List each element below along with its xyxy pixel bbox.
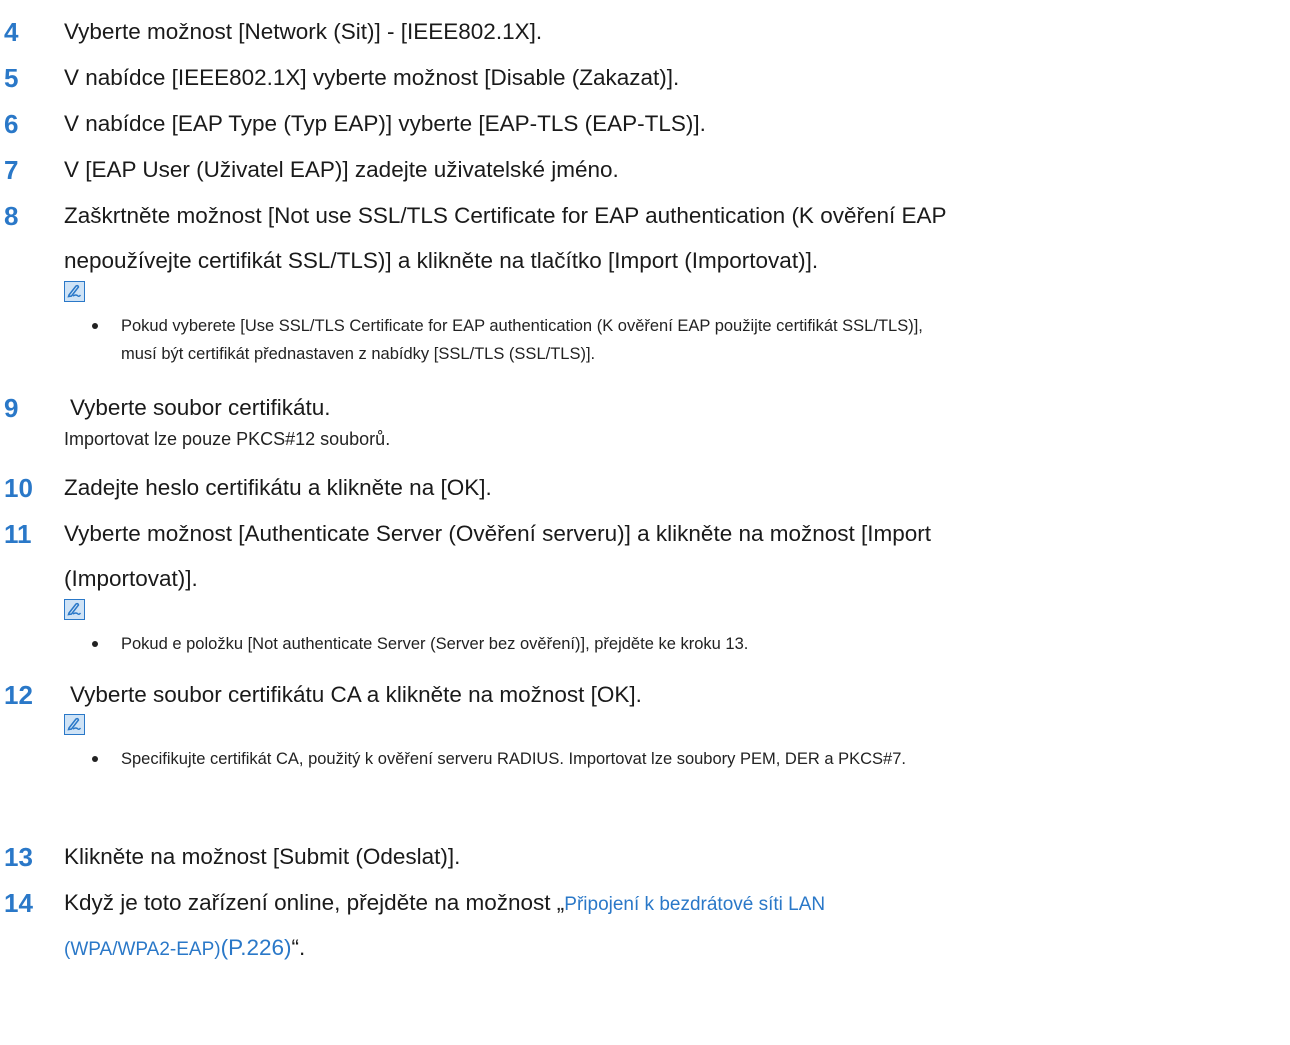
cross-reference-link-cont[interactable]: (WPA/WPA2-EAP) — [64, 939, 221, 960]
step-number: 14 — [4, 888, 33, 918]
step-text: Klikněte na možnost [Submit (Odeslat)]. — [64, 844, 461, 869]
step-number: 12 — [4, 680, 33, 710]
step-text: Vyberte možnost [Network (Sit)] - [IEEE8… — [64, 19, 543, 44]
step-text: V nabídce [IEEE802.1X] vyberte možnost [… — [64, 65, 680, 90]
step-text-line2: (Importovat)]. — [64, 566, 198, 591]
step-number: 4 — [4, 17, 19, 47]
step-text-line1: Zaškrtněte možnost [Not use SSL/TLS Cert… — [64, 203, 947, 228]
step-number: 5 — [4, 63, 19, 93]
step-text-line2: (WPA/WPA2-EAP)(P.226)“. — [64, 933, 305, 965]
step-text: V [EAP User (Uživatel EAP)] zadejte uživ… — [64, 157, 619, 182]
step-text-suffix: “. — [291, 935, 306, 960]
bullet-icon — [92, 641, 98, 647]
cross-reference-link[interactable]: Připojení k bezdrátové síti LAN — [564, 894, 825, 915]
note-text: Pokud e položku [Not authenticate Server… — [121, 635, 749, 653]
step-text: Vyberte soubor certifikátu CA a klikněte… — [70, 682, 642, 707]
step-number: 11 — [4, 519, 32, 549]
step-subtext: Importovat lze pouze PKCS#12 souborů. — [64, 429, 391, 449]
step-number: 7 — [4, 155, 19, 185]
step-text: V nabídce [EAP Type (Typ EAP)] vyberte [… — [64, 111, 706, 136]
note-text: Specifikujte certifikát CA, použitý k ov… — [121, 750, 906, 768]
memo-pen-icon — [64, 281, 85, 302]
step-number: 8 — [4, 201, 19, 231]
step-text: Vyberte soubor certifikátu. — [70, 395, 331, 420]
step-text-line1: Když je toto zařízení online, přejděte n… — [64, 888, 825, 920]
step-text: Zadejte heslo certifikátu a klikněte na … — [64, 475, 492, 500]
bullet-icon — [92, 323, 98, 329]
step-number: 6 — [4, 109, 19, 139]
step-number: 13 — [4, 842, 33, 872]
memo-pen-icon — [64, 599, 85, 620]
step-number: 9 — [4, 393, 19, 423]
step-text-line1: Vyberte možnost [Authenticate Server (Ov… — [64, 521, 932, 546]
bullet-icon — [92, 756, 98, 762]
step-text-prefix: Když je toto zařízení online, přejděte n… — [64, 890, 565, 915]
step-number: 10 — [4, 473, 33, 503]
page-reference[interactable]: (P.226) — [221, 935, 292, 960]
note-text: musí být certifikát přednastaven z nabíd… — [121, 345, 596, 363]
step-text-line2: nepoužívejte certifikát SSL/TLS)] a klik… — [64, 248, 819, 273]
memo-pen-icon — [64, 714, 85, 735]
note-text: Pokud vyberete [Use SSL/TLS Certificate … — [121, 317, 923, 335]
